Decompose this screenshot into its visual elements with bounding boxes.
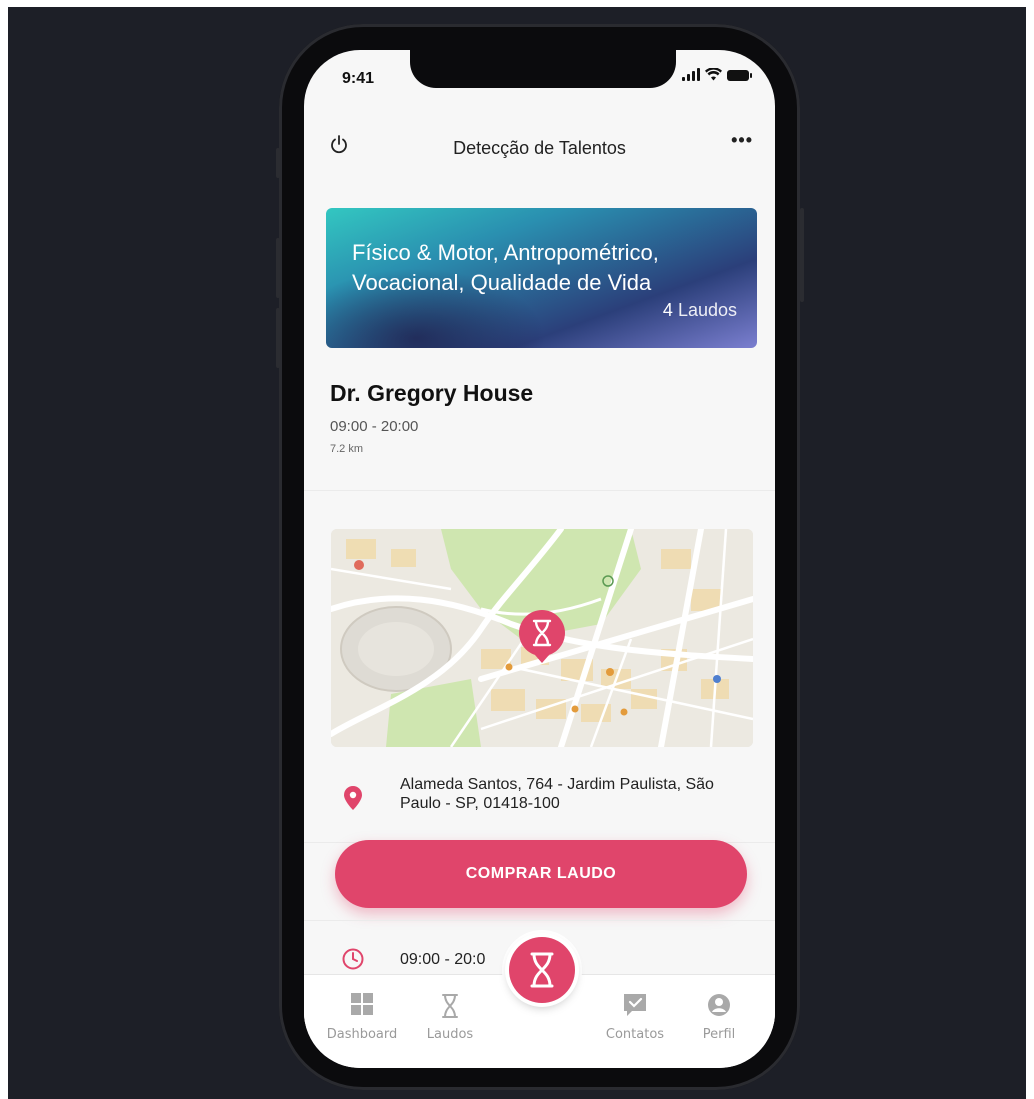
notch — [410, 50, 676, 88]
chat-check-icon — [595, 993, 675, 1017]
status-icons — [682, 68, 752, 81]
dna-fab-button[interactable] — [509, 937, 575, 1003]
more-icon[interactable]: ••• — [731, 130, 753, 151]
doctor-hours: 09:00 - 20:00 — [330, 418, 419, 435]
tab-laudos-label: Laudos — [426, 1027, 474, 1042]
exam-banner[interactable]: Físico & Motor, Antropométrico, Vocacion… — [326, 208, 757, 348]
volume-up-button — [276, 238, 280, 298]
location-map[interactable] — [331, 529, 753, 747]
location-pin-icon — [344, 786, 362, 810]
map-image — [331, 529, 753, 747]
tab-dashboard-label: Dashboard — [326, 1027, 398, 1042]
banner-count-number: 4 — [662, 300, 673, 320]
section-divider — [304, 490, 775, 491]
volume-down-button — [276, 308, 280, 368]
tab-perfil[interactable]: Perfil — [679, 975, 759, 1055]
tab-laudos[interactable]: Laudos — [410, 975, 490, 1055]
tab-perfil-label: Perfil — [702, 1027, 736, 1042]
power-button — [800, 208, 804, 302]
clock-icon — [342, 948, 364, 970]
app-screen: 9:41 Detecção de Talentos ••• Físico & M… — [304, 50, 775, 1068]
wifi-icon — [705, 68, 722, 81]
hours-divider — [304, 920, 775, 921]
hourglass-icon — [410, 993, 490, 1018]
banner-count: 4 Laudos — [663, 300, 737, 321]
doctor-distance: 7.2 km — [330, 443, 364, 455]
buy-report-button[interactable]: COMPRAR LAUDO — [335, 840, 747, 908]
tab-contatos[interactable]: Contatos — [595, 975, 675, 1055]
user-icon — [679, 993, 759, 1017]
doctor-name: Dr. Gregory House — [330, 380, 534, 406]
status-time: 9:41 — [342, 70, 375, 87]
page-title: Detecção de Talentos — [453, 138, 626, 158]
battery-icon — [727, 70, 752, 81]
hours-text: 09:00 - 20:0 — [400, 951, 486, 968]
dna-icon — [530, 952, 554, 988]
tab-dashboard[interactable]: Dashboard — [322, 975, 402, 1055]
grid-icon — [322, 993, 402, 1017]
address-text: Alameda Santos, 764 - Jardim Paulista, S… — [400, 776, 714, 812]
banner-title: Físico & Motor, Antropométrico, Vocacion… — [352, 240, 659, 295]
mute-switch — [276, 148, 280, 178]
banner-count-unit: Laudos — [677, 300, 737, 320]
signal-icon — [682, 68, 700, 81]
